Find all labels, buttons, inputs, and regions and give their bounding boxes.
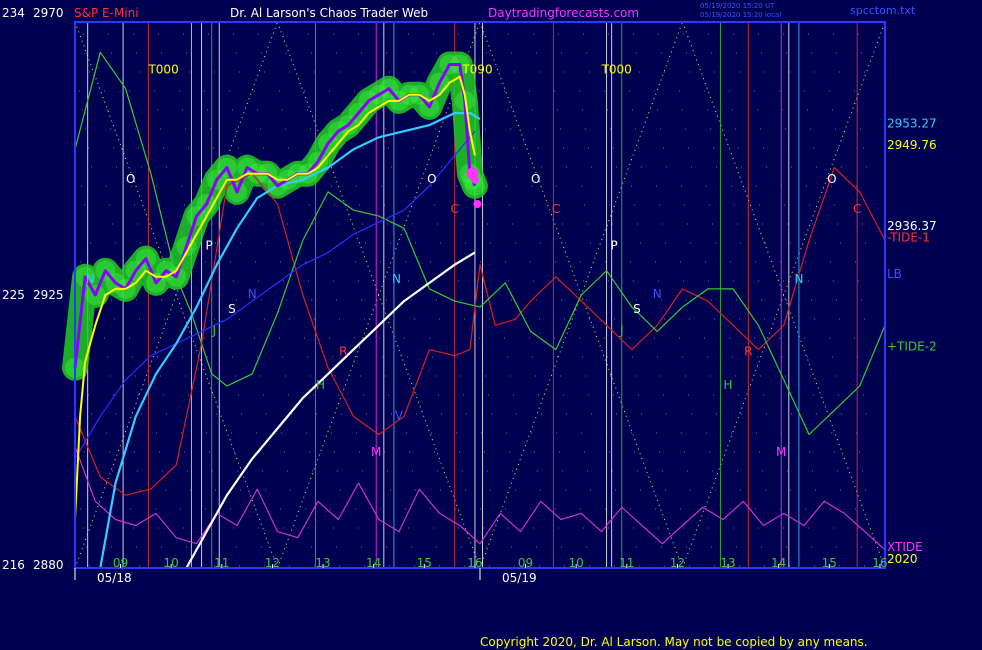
x-tick-hour: 12 [670,556,685,570]
x-tick-hour: 11 [214,556,229,570]
cycle-label: P [206,239,213,253]
x-tick-hour: 10 [569,556,584,570]
y-tick-left: 225 [2,288,25,302]
right-axis-label: 2953.27 [887,116,937,130]
x-tick-hour: 13 [720,556,735,570]
header-instrument: S&P E-Mini [74,6,139,20]
y-tick-price: 2925 [33,288,64,302]
cycle-label: T000 [147,63,178,77]
x-tick-hour: 11 [619,556,634,570]
copyright-notice: Copyright 2020, Dr. Al Larson. May not b… [480,635,868,649]
cycle-label: P [611,239,618,253]
y-tick-left: 216 [2,558,25,572]
x-tick-hour: 15 [822,556,837,570]
cycle-label: M [371,445,381,459]
header-timestamp-1: 05/19/2020 15:20 UT [700,2,775,10]
chart-background [0,0,982,650]
cycle-label: N [794,272,803,286]
right-axis-label: 2020 [887,552,918,566]
header-timestamp-2: 05/19/2020 15:20 local [700,11,781,19]
chart-page: T000 T090 T000 O O O O C C C P P N N N N N S S J J R R H H V M M 29… [0,0,982,650]
cycle-label: H [724,378,733,392]
cycle-label: N [653,287,662,301]
cycle-label: N [248,287,257,301]
x-tick-hour: 12 [265,556,280,570]
cycle-label: T090 [461,63,492,77]
cycle-label: O [827,172,836,186]
header-site-url: Daytradingforecasts.com [488,6,639,20]
price-chart: T000 T090 T000O O O OC C CP PN N NN NS SJ JR RH HVM M 29… [0,0,982,650]
cycle-label: T000 [601,63,632,77]
cycle-label: J [619,323,624,337]
x-date-label: 05/18 [97,571,132,585]
cycle-label: C [450,202,458,216]
x-tick-hour: 15 [417,556,432,570]
cycle-label: N [86,272,95,286]
cycle-label: C [552,202,560,216]
cycle-label: S [633,302,641,316]
cycle-label: R [339,345,347,359]
header-file-name: spcctom.txt [850,4,916,17]
cycle-label: S [228,302,236,316]
price-marker [470,175,479,184]
x-tick-hour: 09 [113,556,128,570]
cycle-label: O [427,172,436,186]
x-tick-hour: 14 [771,556,786,570]
x-date-label: 05/19 [502,571,537,585]
right-axis-label: -TIDE-1 [887,230,930,244]
cycle-label: V [395,408,404,422]
right-axis-label: +TIDE-2 [887,340,937,354]
x-tick-hour: 16 [467,556,482,570]
right-axis-label: LB [887,267,902,281]
cycle-label: R [744,345,752,359]
header-site-title: Dr. Al Larson's Chaos Trader Web [230,6,428,20]
cycle-label: M [776,445,786,459]
cycle-label: O [531,172,540,186]
cycle-label: N [392,272,401,286]
x-tick-hour: 14 [366,556,381,570]
y-tick-price: 2970 [33,6,64,20]
cycle-label: J [211,323,216,337]
x-tick-hour: 16 [872,556,887,570]
x-tick-hour: 10 [164,556,179,570]
y-tick-left: 234 [2,6,25,20]
x-tick-hour: 13 [315,556,330,570]
cycle-label: O [126,172,135,186]
right-axis-label: 2949.76 [887,138,937,152]
y-tick-price: 2880 [33,558,64,572]
x-tick-hour: 09 [518,556,533,570]
price-marker [473,200,482,208]
cycle-label: H [316,378,325,392]
cycle-label: C [853,202,861,216]
